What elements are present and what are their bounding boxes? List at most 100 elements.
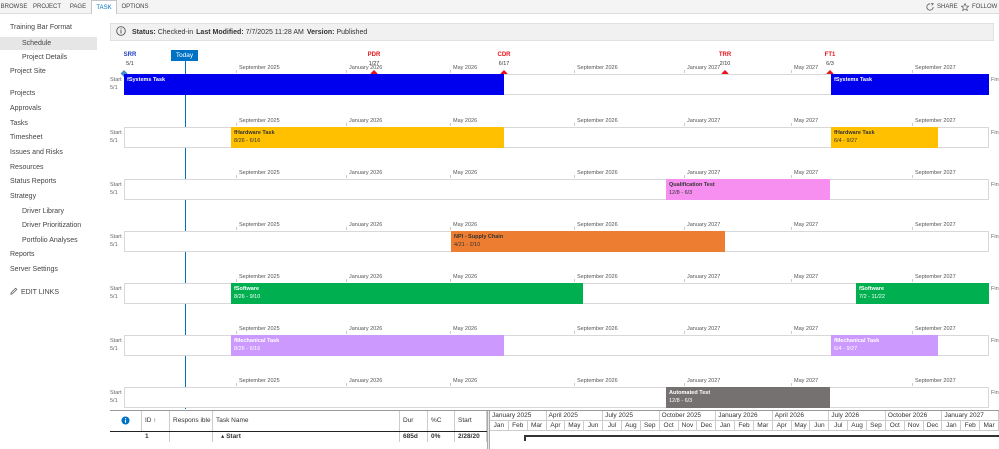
timescale-tick <box>346 175 347 178</box>
nav-schedule[interactable]: Schedule <box>0 37 97 50</box>
follow-button[interactable]: FOLLOW <box>961 0 997 14</box>
start-date-text: 5/1 <box>110 242 118 248</box>
timeline-task-bar[interactable]: fHardware Task 6/4 - 9/27 <box>831 127 938 148</box>
tab-browse[interactable]: BROWSE <box>0 0 28 14</box>
duration-column-header[interactable]: Dur <box>400 411 428 431</box>
timescale-month-label: September 2025 <box>239 118 280 124</box>
nav-reports[interactable]: Reports <box>10 251 35 258</box>
timescale-tick <box>346 279 347 282</box>
timescale-month-label: May 2026 <box>453 65 478 71</box>
nav-approvals[interactable]: Approvals <box>10 105 41 112</box>
nav-project-details[interactable]: Project Details <box>22 54 67 61</box>
timescale-month-label: January 2027 <box>687 118 721 124</box>
task-bar-dates: 6/4 - 9/27 <box>834 346 858 352</box>
timescale-tick <box>912 175 913 178</box>
row-percent-complete[interactable]: 0% <box>428 432 455 442</box>
timeline-start-label: Start 5/1 <box>110 233 122 249</box>
milestone-name[interactable]: TRR <box>719 52 731 58</box>
timeline-finish-label: Fin <box>991 130 999 136</box>
timeline-row[interactable] <box>124 387 989 408</box>
nav-driver-library[interactable]: Driver Library <box>22 208 64 215</box>
gantt-month-header: Apr <box>546 421 566 431</box>
timeline-finish-label: Fin <box>991 182 999 188</box>
status-label: Status: <box>132 28 156 36</box>
id-column-header[interactable]: ID ↑ <box>142 411 170 431</box>
nav-strategy[interactable]: Strategy <box>10 193 36 200</box>
timeline-start-label: Start 5/1 <box>110 389 122 405</box>
task-name-column-header[interactable]: Task Name <box>213 411 400 431</box>
today-marker[interactable]: Today <box>171 50 198 61</box>
row-responsible[interactable] <box>170 432 213 442</box>
timescale-tick <box>450 123 451 126</box>
timeline-task-bar[interactable]: fMechanical Task 8/26 - 6/16 <box>231 335 504 356</box>
nav-project-site[interactable]: Project Site <box>10 68 46 75</box>
gantt-month-header: Mar <box>527 421 547 431</box>
gantt-month-header: May <box>791 421 811 431</box>
timeline-task-bar[interactable]: fSystems Task <box>831 74 989 95</box>
task-grid: ID ↑ Respons ible Task Name Dur %C Start… <box>110 410 999 449</box>
milestone-name[interactable]: CDR <box>498 52 511 58</box>
milestone-name[interactable]: PDR <box>368 52 381 58</box>
timeline-task-bar[interactable]: fSystems Task <box>124 74 504 95</box>
timescale-month-label: September 2025 <box>239 378 280 384</box>
timescale-month-label: May 2027 <box>794 170 819 176</box>
timeline-task-bar[interactable]: fMechanical Task 6/4 - 9/27 <box>831 335 938 356</box>
timeline-task-bar[interactable]: fHardware Task 8/26 - 6/16 <box>231 127 504 148</box>
start-date-text: 5/1 <box>110 138 118 144</box>
tab-task[interactable]: TASK <box>91 0 117 15</box>
milestone-date: 2/10 <box>719 61 731 67</box>
row-start[interactable]: 2/28/20 <box>455 432 487 442</box>
task-bar-name: fSoftware <box>859 286 885 292</box>
tab-page[interactable]: PAGE <box>66 0 90 14</box>
start-date-text: 5/1 <box>110 190 118 196</box>
nav-timesheet[interactable]: Timesheet <box>10 134 42 141</box>
nav-training-bar-format[interactable]: Training Bar Format <box>10 24 72 31</box>
timeline-task-bar[interactable]: Automated Test 12/8 - 6/3 <box>666 387 830 408</box>
timescale-tick <box>450 70 451 73</box>
row-id[interactable]: 1 <box>142 432 170 442</box>
nav-portfolio-analyses[interactable]: Portfolio Analyses <box>22 237 78 244</box>
milestone-name[interactable]: SRR <box>124 52 137 58</box>
tab-project[interactable]: PROJECT <box>30 0 64 14</box>
timescale-tick <box>450 175 451 178</box>
start-column-header[interactable]: Start <box>455 411 487 431</box>
responsible-column-header[interactable]: Respons ible <box>170 411 213 431</box>
timeline-task-bar[interactable]: NPI - Supply Chain 4/21 - 2/10 <box>451 231 725 252</box>
nav-driver-prioritization[interactable]: Driver Prioritization <box>22 222 81 229</box>
indicator-column-header[interactable] <box>110 411 142 431</box>
timescale-month-label: May 2027 <box>794 378 819 384</box>
percent-complete-column-header[interactable]: %C <box>428 411 455 431</box>
timescale-tick <box>574 175 575 178</box>
share-button[interactable]: SHARE <box>926 0 958 14</box>
tab-options[interactable]: OPTIONS <box>118 0 152 14</box>
gantt-quarter-header: January 2025 <box>490 411 547 421</box>
nav-projects[interactable]: Projects <box>10 90 35 97</box>
follow-label: FOLLOW <box>972 4 998 10</box>
row-duration[interactable]: 685d <box>400 432 428 442</box>
timeline-task-bar[interactable]: fSoftware 8/26 - 9/10 <box>231 283 583 304</box>
nav-resources[interactable]: Resources <box>10 164 43 171</box>
nav-issues-and-risks[interactable]: Issues and Risks <box>10 149 63 156</box>
timescale-tick <box>236 331 237 334</box>
gantt-month-header: Dec <box>923 421 943 431</box>
gantt-month-header: Aug <box>621 421 641 431</box>
row-task-name[interactable]: ▴ Start <box>213 432 400 442</box>
task-bar-dates: 4/21 - 2/10 <box>454 242 481 248</box>
milestone-name[interactable]: FT1 <box>825 52 836 58</box>
timeline-task-bar[interactable]: fSoftware 7/2 - 11/22 <box>856 283 989 304</box>
start-label-text: Start <box>110 182 122 188</box>
timeline-task-bar[interactable]: Qualification Test 12/8 - 6/3 <box>666 179 830 200</box>
nav-server-settings[interactable]: Server Settings <box>10 266 58 273</box>
pencil-icon <box>10 287 18 297</box>
start-label-text: Start <box>110 77 122 83</box>
gantt-quarter-header: January 2026 <box>716 411 773 421</box>
start-label-text: Start <box>110 286 122 292</box>
left-navigation: Training Bar Format Schedule Project Det… <box>0 14 100 449</box>
edit-links-button[interactable]: EDIT LINKS <box>10 287 59 297</box>
timeline-row[interactable] <box>124 179 989 200</box>
timescale-tick <box>791 383 792 386</box>
nav-tasks[interactable]: Tasks <box>10 120 28 127</box>
gantt-summary-bar[interactable] <box>524 435 999 437</box>
nav-status-reports[interactable]: Status Reports <box>10 178 56 185</box>
timescale-month-label: September 2025 <box>239 326 280 332</box>
